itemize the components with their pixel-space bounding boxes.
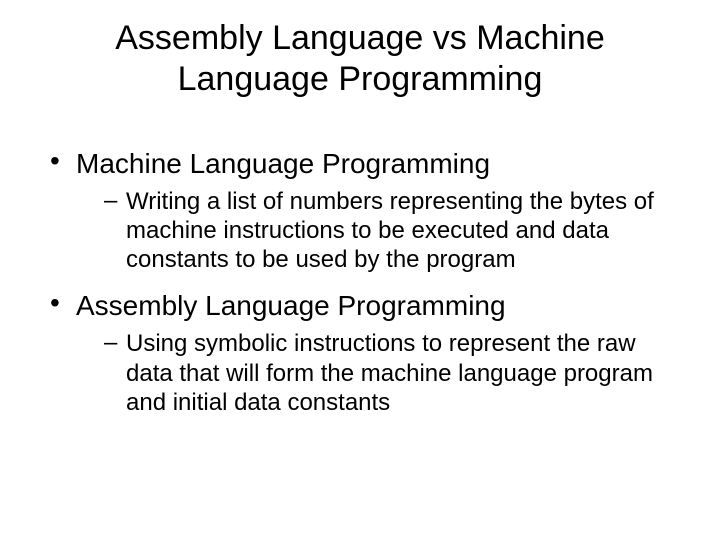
sub-bullet-list: Using symbolic instructions to represent… xyxy=(76,329,672,417)
sub-bullet-item: Writing a list of numbers representing t… xyxy=(104,187,672,275)
bullet-list: Machine Language Programming Writing a l… xyxy=(48,146,672,418)
slide: Assembly Language vs Machine Language Pr… xyxy=(0,0,720,540)
bullet-heading: Machine Language Programming xyxy=(76,148,490,179)
bullet-item: Assembly Language Programming Using symb… xyxy=(48,288,672,417)
sub-bullet-item: Using symbolic instructions to represent… xyxy=(104,329,672,417)
bullet-item: Machine Language Programming Writing a l… xyxy=(48,146,672,275)
slide-title: Assembly Language vs Machine Language Pr… xyxy=(48,18,672,100)
sub-bullet-text: Using symbolic instructions to represent… xyxy=(126,330,653,416)
bullet-heading: Assembly Language Programming xyxy=(76,290,506,321)
sub-bullet-text: Writing a list of numbers representing t… xyxy=(126,188,654,274)
sub-bullet-list: Writing a list of numbers representing t… xyxy=(76,187,672,275)
